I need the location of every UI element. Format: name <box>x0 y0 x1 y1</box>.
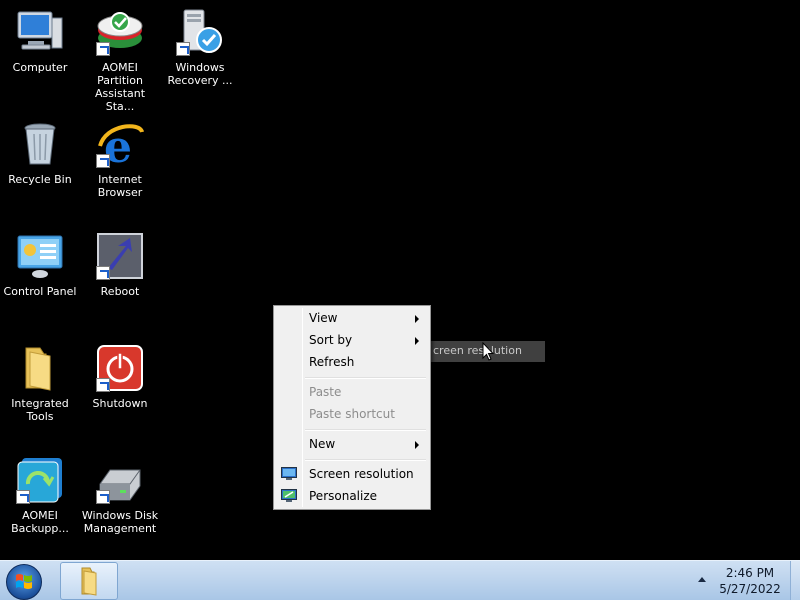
shortcut-arrow-icon <box>176 42 190 56</box>
start-button[interactable] <box>6 564 42 600</box>
menu-item-label: Sort by <box>309 333 353 347</box>
desktop-icon-disk-management[interactable]: Windows Disk Management <box>80 456 160 535</box>
menu-item-sort-by[interactable]: Sort by <box>276 329 428 351</box>
menu-item-view[interactable]: View <box>276 307 428 329</box>
screen-resolution-icon <box>281 466 297 480</box>
submenu-arrow-icon <box>415 315 419 323</box>
desktop-icon-windows-recovery[interactable]: Windows Recovery ... <box>160 8 240 87</box>
desktop-icon-label: Shutdown <box>92 397 148 410</box>
desktop-icon-computer[interactable]: Computer <box>0 8 80 74</box>
menu-item-paste-shortcut[interactable]: Paste shortcut <box>276 403 428 425</box>
computer-icon <box>16 8 64 56</box>
menu-item-personalize[interactable]: Personalize <box>276 485 428 507</box>
desktop-icon-label: Control Panel <box>3 285 77 298</box>
power-icon <box>96 344 144 392</box>
shortcut-arrow-icon <box>16 490 30 504</box>
shortcut-arrow-icon <box>96 378 110 392</box>
recycle-bin-icon <box>16 120 64 168</box>
desktop-icon-internet-browser[interactable]: e Internet Browser <box>80 120 160 199</box>
shortcut-arrow-icon <box>96 42 110 56</box>
menu-item-label: Paste shortcut <box>309 407 395 421</box>
desktop-icon-recycle-bin[interactable]: Recycle Bin <box>0 120 80 186</box>
partition-assistant-icon <box>96 8 144 56</box>
desktop-icon-label: Windows Recovery ... <box>167 61 233 87</box>
folder-icon <box>16 344 64 392</box>
reboot-icon <box>96 232 144 280</box>
desktop-icon-label: Recycle Bin <box>8 173 72 186</box>
shortcut-arrow-icon <box>96 490 110 504</box>
backupper-icon <box>16 456 64 504</box>
control-panel-icon <box>16 232 64 280</box>
menu-item-label: Paste <box>309 385 342 399</box>
menu-item-label: New <box>309 437 336 451</box>
desktop-icon-shutdown[interactable]: Shutdown <box>80 344 160 410</box>
desktop-context-menu: View Sort by Refresh Paste Paste shortcu… <box>273 305 431 510</box>
desktop-icon-label: Computer <box>12 61 68 74</box>
desktop-icon-aomei-partition[interactable]: AOMEI Partition Assistant Sta... <box>80 8 160 113</box>
windows-logo-icon <box>16 574 32 589</box>
system-clock[interactable]: 2:46 PM 5/27/2022 <box>714 565 786 597</box>
menu-item-paste[interactable]: Paste <box>276 381 428 403</box>
desktop-icon-label: AOMEI Backupp... <box>11 509 69 535</box>
desktop-icon-label: Windows Disk Management <box>81 509 159 535</box>
menu-separator <box>305 459 426 461</box>
mouse-cursor-icon <box>482 341 495 365</box>
submenu-arrow-icon <box>415 441 419 449</box>
desktop-icon-aomei-backupper[interactable]: AOMEI Backupp... <box>0 456 80 535</box>
taskbar: 2:46 PM 5/27/2022 <box>0 560 800 600</box>
desktop[interactable]: Computer AOMEI Partition Assistant Sta..… <box>0 0 800 560</box>
internet-explorer-icon: e <box>96 120 144 173</box>
personalize-icon <box>281 488 297 502</box>
desktop-icon-label: Reboot <box>100 285 140 298</box>
desktop-icon-control-panel[interactable]: Control Panel <box>0 232 80 298</box>
shortcut-arrow-icon <box>96 266 110 280</box>
submenu-arrow-icon <box>415 337 419 345</box>
menu-item-screen-resolution[interactable]: Screen resolution <box>276 463 428 485</box>
menu-separator <box>305 377 426 379</box>
desktop-icon-reboot[interactable]: Reboot <box>80 232 160 298</box>
desktop-icon-integrated-tools[interactable]: Integrated Tools <box>0 344 80 423</box>
hard-disk-icon <box>96 456 144 504</box>
desktop-icon-label: Integrated Tools <box>11 397 69 423</box>
menu-item-label: View <box>309 311 338 325</box>
desktop-icon-label: AOMEI Partition Assistant Sta... <box>94 61 146 113</box>
menu-item-label: Personalize <box>309 489 378 503</box>
folder-icon <box>81 567 97 596</box>
desktop-icon-label: Internet Browser <box>97 173 143 199</box>
clock-time: 2:46 PM <box>725 566 775 580</box>
taskbar-explorer-button[interactable] <box>60 562 118 600</box>
shortcut-arrow-icon <box>96 154 110 168</box>
clock-date: 5/27/2022 <box>719 582 781 596</box>
windows-recovery-icon <box>176 8 224 56</box>
menu-item-label: Screen resolution <box>309 467 414 481</box>
menu-item-refresh[interactable]: Refresh <box>276 351 428 373</box>
menu-item-new[interactable]: New <box>276 433 428 455</box>
menu-separator <box>305 429 426 431</box>
show-hidden-icons-icon[interactable] <box>698 577 706 582</box>
menu-item-label: Refresh <box>309 355 355 369</box>
show-desktop-button[interactable] <box>790 561 800 600</box>
